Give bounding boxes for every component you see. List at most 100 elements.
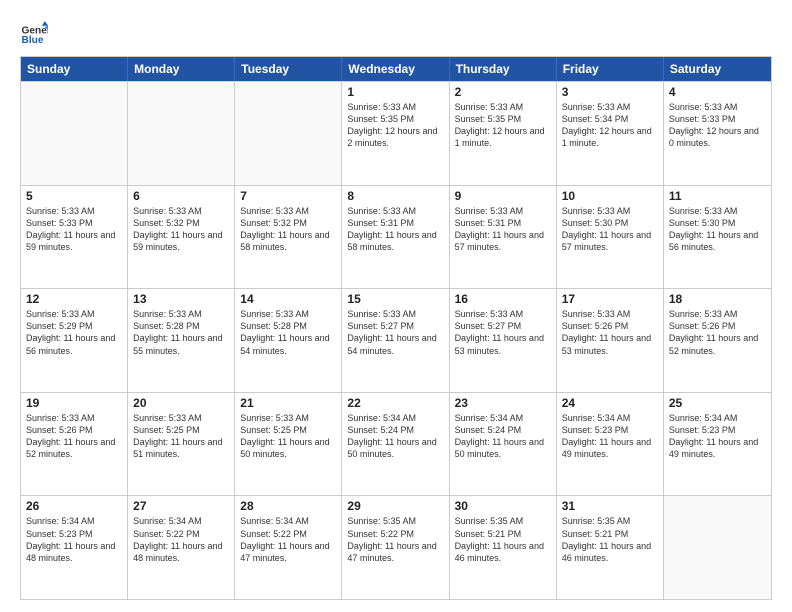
cell-info: Sunrise: 5:35 AM Sunset: 5:21 PM Dayligh…	[455, 515, 551, 564]
day-number: 26	[26, 499, 122, 513]
day-number: 30	[455, 499, 551, 513]
day-number: 16	[455, 292, 551, 306]
cell-info: Sunrise: 5:33 AM Sunset: 5:31 PM Dayligh…	[347, 205, 443, 254]
calendar-day-11: 11 Sunrise: 5:33 AM Sunset: 5:30 PM Dayli…	[664, 186, 771, 289]
cell-info: Sunrise: 5:33 AM Sunset: 5:26 PM Dayligh…	[26, 412, 122, 461]
day-number: 22	[347, 396, 443, 410]
calendar-day-7: 7 Sunrise: 5:33 AM Sunset: 5:32 PM Daylig…	[235, 186, 342, 289]
day-number: 10	[562, 189, 658, 203]
calendar-day-9: 9Sunrise: 5:33 AM Sunset: 5:31 PM Daylig…	[450, 186, 557, 289]
cell-info: Sunrise: 5:33 AM Sunset: 5:30 PM Dayligh…	[562, 205, 658, 254]
calendar-day-5: 5 Sunrise: 5:33 AM Sunset: 5:33 PM Daylig…	[21, 186, 128, 289]
header-day-monday: Monday	[128, 57, 235, 81]
day-number: 5	[26, 189, 122, 203]
calendar-day-24: 24Sunrise: 5:34 AM Sunset: 5:23 PM Dayli…	[557, 393, 664, 496]
cell-info: Sunrise: 5:33 AM Sunset: 5:31 PM Dayligh…	[455, 205, 551, 254]
calendar-day-22: 22 Sunrise: 5:34 AM Sunset: 5:24 PM Dayli…	[342, 393, 449, 496]
page-header: General Blue	[20, 18, 772, 46]
calendar-day-21: 21 Sunrise: 5:33 AM Sunset: 5:25 PM Dayli…	[235, 393, 342, 496]
cell-info: Sunrise: 5:33 AM Sunset: 5:26 PM Dayligh…	[562, 308, 658, 357]
header-day-wednesday: Wednesday	[342, 57, 449, 81]
day-number: 15	[347, 292, 443, 306]
cell-info: Sunrise: 5:34 AM Sunset: 5:23 PM Dayligh…	[669, 412, 766, 461]
cell-info: Sunrise: 5:33 AM Sunset: 5:33 PM Dayligh…	[669, 101, 766, 150]
calendar-day-3: 3Sunrise: 5:33 AM Sunset: 5:34 PM Daylig…	[557, 82, 664, 185]
cell-info: Sunrise: 5:34 AM Sunset: 5:24 PM Dayligh…	[455, 412, 551, 461]
calendar-day-18: 18 Sunrise: 5:33 AM Sunset: 5:26 PM Dayli…	[664, 289, 771, 392]
calendar-day-17: 17Sunrise: 5:33 AM Sunset: 5:26 PM Dayli…	[557, 289, 664, 392]
calendar-day-20: 20Sunrise: 5:33 AM Sunset: 5:25 PM Dayli…	[128, 393, 235, 496]
header-day-thursday: Thursday	[450, 57, 557, 81]
cell-info: Sunrise: 5:35 AM Sunset: 5:22 PM Dayligh…	[347, 515, 443, 564]
cell-info: Sunrise: 5:33 AM Sunset: 5:30 PM Dayligh…	[669, 205, 766, 254]
cell-info: Sunrise: 5:33 AM Sunset: 5:32 PM Dayligh…	[240, 205, 336, 254]
cell-info: Sunrise: 5:33 AM Sunset: 5:35 PM Dayligh…	[347, 101, 443, 150]
calendar-empty-cell	[21, 82, 128, 185]
cell-info: Sunrise: 5:33 AM Sunset: 5:28 PM Dayligh…	[133, 308, 229, 357]
day-number: 8	[347, 189, 443, 203]
calendar-day-26: 26 Sunrise: 5:34 AM Sunset: 5:23 PM Dayli…	[21, 496, 128, 599]
cell-info: Sunrise: 5:33 AM Sunset: 5:32 PM Dayligh…	[133, 205, 229, 254]
day-number: 19	[26, 396, 122, 410]
day-number: 21	[240, 396, 336, 410]
calendar-body: 1 Sunrise: 5:33 AM Sunset: 5:35 PM Daylig…	[21, 81, 771, 599]
day-number: 27	[133, 499, 229, 513]
day-number: 13	[133, 292, 229, 306]
day-number: 23	[455, 396, 551, 410]
day-number: 4	[669, 85, 766, 99]
cell-info: Sunrise: 5:33 AM Sunset: 5:35 PM Dayligh…	[455, 101, 551, 150]
calendar-day-23: 23 Sunrise: 5:34 AM Sunset: 5:24 PM Dayli…	[450, 393, 557, 496]
calendar-week-1: 1 Sunrise: 5:33 AM Sunset: 5:35 PM Daylig…	[21, 81, 771, 185]
calendar: SundayMondayTuesdayWednesdayThursdayFrid…	[20, 56, 772, 600]
cell-info: Sunrise: 5:34 AM Sunset: 5:23 PM Dayligh…	[26, 515, 122, 564]
svg-text:Blue: Blue	[22, 35, 44, 46]
cell-info: Sunrise: 5:34 AM Sunset: 5:22 PM Dayligh…	[133, 515, 229, 564]
calendar-day-29: 29 Sunrise: 5:35 AM Sunset: 5:22 PM Dayli…	[342, 496, 449, 599]
day-number: 31	[562, 499, 658, 513]
calendar-day-8: 8 Sunrise: 5:33 AM Sunset: 5:31 PM Daylig…	[342, 186, 449, 289]
day-number: 11	[669, 189, 766, 203]
calendar-empty-cell	[128, 82, 235, 185]
calendar-week-4: 19 Sunrise: 5:33 AM Sunset: 5:26 PM Dayli…	[21, 392, 771, 496]
calendar-empty-cell	[235, 82, 342, 185]
header-day-tuesday: Tuesday	[235, 57, 342, 81]
day-number: 29	[347, 499, 443, 513]
cell-info: Sunrise: 5:33 AM Sunset: 5:28 PM Dayligh…	[240, 308, 336, 357]
day-number: 20	[133, 396, 229, 410]
calendar-day-2: 2Sunrise: 5:33 AM Sunset: 5:35 PM Daylig…	[450, 82, 557, 185]
calendar-week-2: 5 Sunrise: 5:33 AM Sunset: 5:33 PM Daylig…	[21, 185, 771, 289]
calendar-day-13: 13 Sunrise: 5:33 AM Sunset: 5:28 PM Dayli…	[128, 289, 235, 392]
header-day-friday: Friday	[557, 57, 664, 81]
cell-info: Sunrise: 5:33 AM Sunset: 5:29 PM Dayligh…	[26, 308, 122, 357]
cell-info: Sunrise: 5:33 AM Sunset: 5:26 PM Dayligh…	[669, 308, 766, 357]
cell-info: Sunrise: 5:33 AM Sunset: 5:33 PM Dayligh…	[26, 205, 122, 254]
calendar-day-19: 19 Sunrise: 5:33 AM Sunset: 5:26 PM Dayli…	[21, 393, 128, 496]
day-number: 7	[240, 189, 336, 203]
calendar-day-30: 30 Sunrise: 5:35 AM Sunset: 5:21 PM Dayli…	[450, 496, 557, 599]
calendar-day-6: 6 Sunrise: 5:33 AM Sunset: 5:32 PM Daylig…	[128, 186, 235, 289]
calendar-day-4: 4 Sunrise: 5:33 AM Sunset: 5:33 PM Daylig…	[664, 82, 771, 185]
day-number: 6	[133, 189, 229, 203]
calendar-week-3: 12 Sunrise: 5:33 AM Sunset: 5:29 PM Dayli…	[21, 288, 771, 392]
cell-info: Sunrise: 5:33 AM Sunset: 5:27 PM Dayligh…	[347, 308, 443, 357]
calendar-day-15: 15 Sunrise: 5:33 AM Sunset: 5:27 PM Dayli…	[342, 289, 449, 392]
day-number: 1	[347, 85, 443, 99]
calendar-day-27: 27 Sunrise: 5:34 AM Sunset: 5:22 PM Dayli…	[128, 496, 235, 599]
cell-info: Sunrise: 5:33 AM Sunset: 5:25 PM Dayligh…	[240, 412, 336, 461]
cell-info: Sunrise: 5:33 AM Sunset: 5:34 PM Dayligh…	[562, 101, 658, 150]
calendar-day-14: 14Sunrise: 5:33 AM Sunset: 5:28 PM Dayli…	[235, 289, 342, 392]
day-number: 18	[669, 292, 766, 306]
cell-info: Sunrise: 5:34 AM Sunset: 5:24 PM Dayligh…	[347, 412, 443, 461]
cell-info: Sunrise: 5:35 AM Sunset: 5:21 PM Dayligh…	[562, 515, 658, 564]
logo: General Blue	[20, 18, 52, 46]
calendar-day-10: 10 Sunrise: 5:33 AM Sunset: 5:30 PM Dayli…	[557, 186, 664, 289]
calendar-day-31: 31 Sunrise: 5:35 AM Sunset: 5:21 PM Dayli…	[557, 496, 664, 599]
day-number: 28	[240, 499, 336, 513]
calendar-day-25: 25 Sunrise: 5:34 AM Sunset: 5:23 PM Dayli…	[664, 393, 771, 496]
header-day-saturday: Saturday	[664, 57, 771, 81]
calendar-day-16: 16Sunrise: 5:33 AM Sunset: 5:27 PM Dayli…	[450, 289, 557, 392]
day-number: 12	[26, 292, 122, 306]
cell-info: Sunrise: 5:34 AM Sunset: 5:22 PM Dayligh…	[240, 515, 336, 564]
calendar-header: SundayMondayTuesdayWednesdayThursdayFrid…	[21, 57, 771, 81]
day-number: 25	[669, 396, 766, 410]
